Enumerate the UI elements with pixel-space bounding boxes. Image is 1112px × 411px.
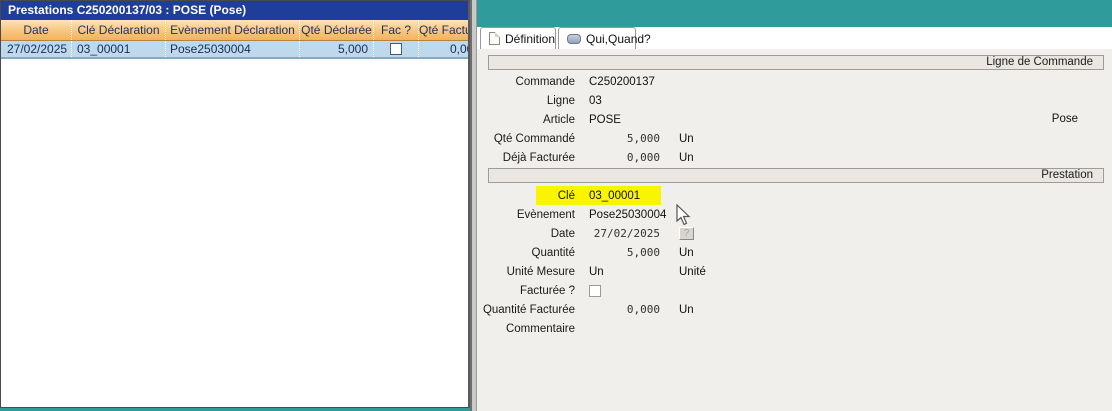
table-row[interactable]: 27/02/2025 03_00001 Pose25030004 5,000 0… (1, 41, 468, 59)
cell-qte-declaree: 5,000 (299, 41, 373, 57)
evenement-value[interactable]: Pose25030004 (589, 209, 666, 221)
field-qte-commande: Qté Commandé 5,000 Un (477, 129, 1112, 148)
article-description: Pose (1052, 110, 1078, 129)
facturee-checkbox[interactable] (589, 285, 601, 297)
cell-qte-facturee: 0,000 (418, 41, 470, 57)
definition-form: Ligne de Commande Commande C250200137 Li… (477, 49, 1112, 411)
column-header-date[interactable]: Date (1, 20, 71, 40)
column-header-qte-declaree[interactable]: Qté Déclarée (299, 20, 373, 40)
date-value[interactable]: 27/02/2025 (589, 227, 660, 240)
tab-definition-label: Définition (505, 32, 555, 46)
field-commentaire: Commentaire (477, 319, 1112, 338)
prestations-window: Prestations C250200137/03 : POSE (Pose) … (0, 0, 470, 408)
quantite-facturee-label: Quantité Facturée (477, 304, 575, 316)
qte-commande-label: Qté Commandé (477, 133, 575, 145)
app-background: Prestations C250200137/03 : POSE (Pose) … (0, 0, 1112, 411)
date-label: Date (477, 228, 575, 240)
grid-header: Date Clé Déclaration Evènement Déclarati… (1, 20, 468, 41)
article-label: Article (477, 114, 575, 126)
field-ligne: Ligne 03 (477, 91, 1112, 110)
tab-definition[interactable]: Définition (480, 27, 556, 49)
ligne-value[interactable]: 03 (589, 95, 602, 107)
field-quantite: Quantité 5,000 Un (477, 243, 1112, 262)
detail-panel: Définition Qui,Quand? Ligne de Commande … (477, 0, 1112, 411)
fac-checkbox[interactable] (390, 43, 402, 55)
quantite-label: Quantité (477, 247, 575, 259)
field-unite-mesure: Unité Mesure Un Unité (477, 262, 1112, 281)
quantite-unit: Un (679, 247, 694, 259)
commande-label: Commande (477, 76, 575, 88)
commande-value[interactable]: C250200137 (589, 76, 655, 88)
cle-label: Clé (477, 190, 575, 202)
document-icon (489, 32, 500, 45)
column-header-qte-facturee[interactable]: Qté Facturée (418, 20, 470, 40)
column-header-cle-declaration[interactable]: Clé Déclaration (71, 20, 165, 40)
field-deja-facturee: Déjà Facturée 0,000 Un (477, 148, 1112, 167)
article-value[interactable]: POSE (589, 114, 621, 126)
field-cle: Clé 03_00001 (477, 186, 1112, 205)
tab-qui-quand-label: Qui,Quand? (586, 32, 651, 46)
facturee-label: Facturée ? (477, 285, 575, 297)
field-commande: Commande C250200137 (477, 72, 1112, 91)
cle-value[interactable]: 03_00001 (589, 190, 640, 202)
commentaire-label: Commentaire (477, 323, 575, 335)
field-facturee: Facturée ? (477, 281, 1112, 300)
tab-strip: Définition Qui,Quand? (477, 27, 1112, 49)
quantite-value[interactable]: 5,000 (589, 246, 660, 259)
cell-evenement-declaration: Pose25030004 (165, 41, 299, 57)
evenement-label: Evènement (477, 209, 575, 221)
deja-facturee-label: Déjà Facturée (477, 152, 575, 164)
unite-mesure-value[interactable]: Un (589, 266, 660, 278)
ligne-label: Ligne (477, 95, 575, 107)
quantite-facturee-value[interactable]: 0,000 (589, 303, 660, 316)
qte-commande-value[interactable]: 5,000 (589, 132, 660, 145)
date-picker-button[interactable]: ? (679, 227, 694, 240)
section-header-ligne-de-commande: Ligne de Commande (488, 55, 1104, 70)
field-evenement: Evènement Pose25030004 (477, 205, 1112, 224)
clock-icon (567, 34, 581, 44)
qte-commande-unit: Un (679, 133, 694, 145)
deja-facturee-value[interactable]: 0,000 (589, 151, 660, 164)
tab-qui-quand[interactable]: Qui,Quand? (558, 27, 636, 49)
cell-date: 27/02/2025 (1, 41, 71, 57)
unite-mesure-description: Unité (679, 266, 706, 278)
field-date: Date 27/02/2025 ? (477, 224, 1112, 243)
column-header-fac[interactable]: Fac ? (373, 20, 418, 40)
field-article: Article POSE Pose (477, 110, 1112, 129)
cell-cle-declaration: 03_00001 (71, 41, 165, 57)
window-title: Prestations C250200137/03 : POSE (Pose) (1, 1, 468, 20)
quantite-facturee-unit: Un (679, 304, 694, 316)
deja-facturee-unit: Un (679, 152, 694, 164)
unite-mesure-label: Unité Mesure (477, 266, 575, 278)
arrow-cursor (676, 204, 692, 226)
panel-splitter[interactable] (470, 0, 477, 411)
cell-fac (373, 41, 418, 57)
field-quantite-facturee: Quantité Facturée 0,000 Un (477, 300, 1112, 319)
section-header-prestation: Prestation (488, 168, 1104, 183)
column-header-evenement-declaration[interactable]: Evènement Déclaration (165, 20, 299, 40)
